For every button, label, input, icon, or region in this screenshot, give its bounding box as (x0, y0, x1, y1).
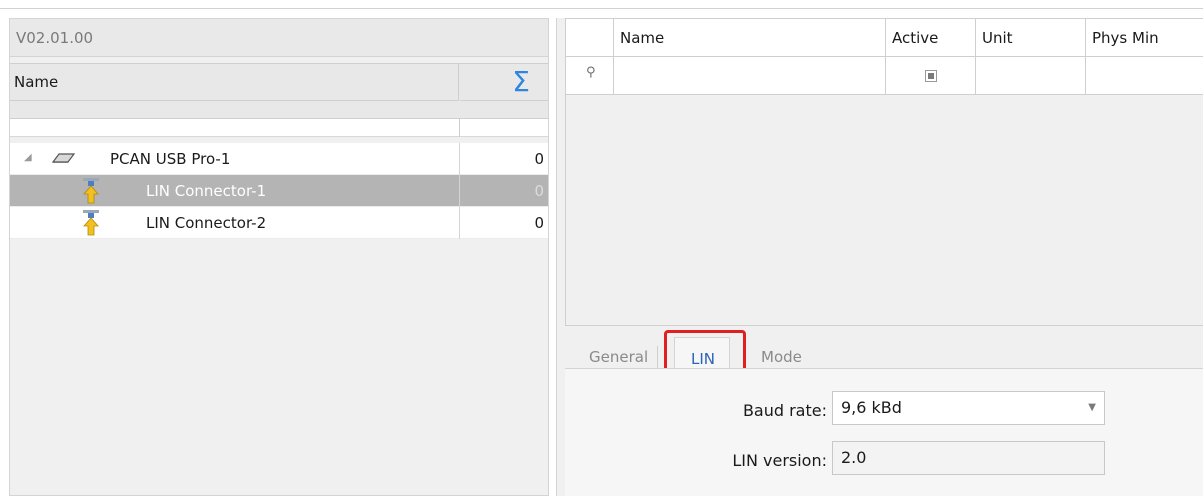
filter-unit-cell[interactable] (976, 57, 1086, 95)
top-divider (0, 8, 1203, 9)
symbols-grid: Name Active Unit Phys Min ⚲ (565, 18, 1203, 326)
tree-row-lin-connector-1[interactable]: LIN Connector-1 0 (10, 175, 548, 207)
collapse-triangle-icon[interactable]: ◢ (24, 152, 32, 163)
tab-mode[interactable]: Mode (761, 344, 802, 370)
symbols-filter-row: ⚲ (566, 57, 1203, 95)
tab-divider (657, 346, 658, 368)
filter-phys-min-cell[interactable] (1086, 57, 1203, 95)
property-tabs: General LIN Mode (565, 326, 1203, 380)
filter-active-cell[interactable] (886, 57, 976, 95)
tree-item-count: 0 (534, 150, 544, 168)
filter-indicator-cell: ⚲ (566, 57, 614, 95)
column-header-active[interactable]: Active (886, 19, 976, 57)
tree-row-device[interactable]: ◢ PCAN USB Pro-1 0 (10, 143, 548, 175)
row-indicator-header (566, 19, 614, 57)
tree-item-count: 0 (534, 182, 544, 200)
tree-item-label: LIN Connector-2 (146, 214, 267, 232)
hardware-tree: ◢ PCAN USB Pro-1 0 LIN Connector-1 0 LIN… (10, 143, 548, 239)
lin-connector-icon (83, 178, 99, 204)
lin-version-field[interactable]: 2.0 (832, 441, 1105, 475)
tree-item-count: 0 (534, 214, 544, 232)
filter-name-cell[interactable] (614, 57, 886, 95)
properties-panel: Name Active Unit Phys Min ⚲ General LIN … (556, 18, 1203, 496)
column-header-sum[interactable]: Σ (460, 64, 548, 101)
tree-item-label: LIN Connector-1 (146, 182, 267, 200)
pin-icon: ⚲ (586, 65, 596, 80)
tab-general[interactable]: General (589, 344, 648, 370)
column-header-phys-min[interactable]: Phys Min (1086, 19, 1203, 57)
version-label: V02.01.00 (10, 19, 548, 57)
tree-item-label: PCAN USB Pro-1 (110, 150, 231, 168)
tree-filter-row[interactable] (10, 119, 548, 137)
app-window: V02.01.00 Name Σ ◢ PCAN USB Pro-1 0 LIN … (0, 0, 1203, 496)
baud-rate-dropdown[interactable]: 9,6 kBd ▼ (832, 391, 1105, 425)
usb-device-icon (51, 153, 76, 163)
lin-version-value: 2.0 (841, 448, 867, 467)
lin-properties: Baud rate: 9,6 kBd ▼ LIN version: 2.0 (565, 368, 1203, 496)
checkbox-indeterminate-icon[interactable] (925, 70, 937, 82)
column-header-unit[interactable]: Unit (976, 19, 1086, 57)
baud-rate-label: Baud rate: (742, 401, 827, 420)
column-header-name[interactable]: Name (614, 19, 886, 57)
filter-row (10, 102, 548, 120)
symbols-grid-header: Name Active Unit Phys Min (566, 19, 1203, 57)
baud-rate-value: 9,6 kBd (841, 398, 902, 417)
lin-version-label: LIN version: (732, 451, 827, 470)
column-divider (459, 119, 460, 137)
lin-connector-icon (83, 210, 99, 236)
tree-grid-header: Name Σ (10, 63, 548, 119)
chevron-down-icon[interactable]: ▼ (1088, 392, 1096, 424)
tree-row-lin-connector-2[interactable]: LIN Connector-2 0 (10, 207, 548, 239)
sigma-icon[interactable]: Σ (512, 66, 530, 98)
column-header-name[interactable]: Name (10, 64, 459, 101)
hardware-panel: V02.01.00 Name Σ ◢ PCAN USB Pro-1 0 LIN … (9, 18, 549, 496)
